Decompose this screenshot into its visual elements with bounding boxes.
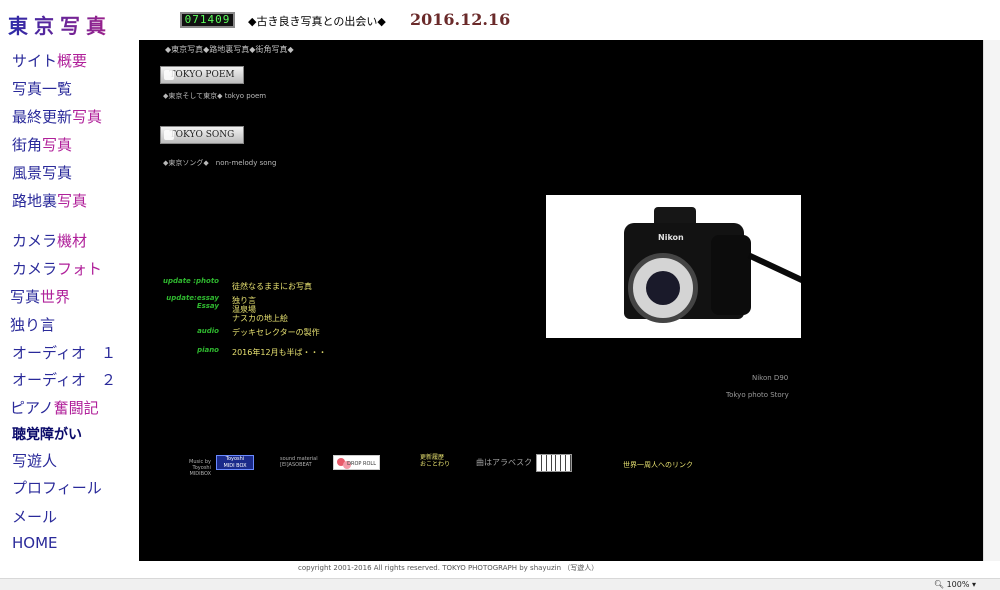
sound-material-credit[interactable]: sound material [EI]ASOBEAT	[280, 456, 318, 468]
nav-label: 街角	[12, 136, 43, 154]
nav-monologue[interactable]: 独り言	[10, 314, 55, 335]
nav-street-photo[interactable]: 街角写真	[12, 134, 72, 155]
nav-label: HOME	[12, 534, 58, 552]
nav-label: ピアノ	[10, 399, 54, 417]
button-shine-icon	[164, 130, 174, 140]
nav-label: カメラ	[12, 260, 58, 278]
nav-label-accent: 写真	[72, 108, 103, 126]
nav-latest-photo[interactable]: 最終更新写真	[12, 106, 102, 127]
nav-label: 風景写真	[12, 164, 73, 182]
zoom-control[interactable]: 🔍︎ 100% ▾	[934, 580, 976, 589]
nav-piano-diary[interactable]: ピアノ奮闘記	[10, 397, 99, 418]
nav-label: カメラ	[12, 232, 58, 250]
camera-strap	[747, 252, 801, 284]
nav-photo-list[interactable]: 写真一覧	[12, 78, 72, 99]
tokyo-song-subtitle[interactable]: ◆東京ソング◆ non-melody song	[163, 158, 276, 168]
tokyo-song-label: TOKYO SONG	[169, 130, 235, 140]
drop-roll-label: DROP ROLL	[347, 461, 376, 467]
tagline: ◆古き良き写真との出会い◆	[248, 15, 386, 28]
zoom-level: 100%	[946, 580, 970, 589]
update-date: 2016.12.16	[410, 10, 511, 29]
piano-key	[566, 455, 572, 471]
copyright: copyright 2001-2016 All rights reserved.…	[298, 564, 599, 572]
drop-roll-badge[interactable]: DROP ROLL	[333, 455, 380, 470]
nav-camera-photo[interactable]: カメラフォト	[12, 258, 102, 279]
nav-audio-2[interactable]: オーディオ ２	[12, 369, 116, 390]
nav-label: 独り言	[10, 316, 56, 334]
world-travel-link[interactable]: 世界一周人へのリンク	[623, 460, 693, 470]
camera-lens-glass	[646, 271, 680, 305]
tokyo-poem-subtitle[interactable]: ◆東京そして東京◆ tokyo poem	[163, 91, 266, 101]
tokyo-poem-label: TOKYO POEM	[169, 70, 235, 80]
zoom-icon: 🔍︎	[933, 580, 947, 589]
nav-label: 写遊人	[12, 452, 58, 470]
midi-credit: Music by Toyoshi MIDIBOX	[189, 459, 211, 477]
site-title[interactable]: 東京写真	[8, 10, 112, 39]
aria-text: 曲はアラベスク	[476, 458, 533, 467]
nav-label-accent: 世界	[40, 288, 71, 306]
nav-label: 聴覚障がい	[12, 427, 82, 443]
nav-label: 写真一覧	[12, 80, 73, 98]
nav-landscape-photo[interactable]: 風景写真	[12, 162, 72, 183]
midibox-badge[interactable]: Toyoshi MIDI BOX	[216, 455, 254, 470]
nav-mail[interactable]: メール	[12, 506, 57, 527]
update-audio-label: audio	[197, 327, 219, 335]
nav-home[interactable]: HOME	[12, 534, 58, 552]
nav-alley-photo[interactable]: 路地裏写真	[12, 190, 87, 211]
nav-photo-world[interactable]: 写真世界	[10, 286, 70, 307]
nav-label: メール	[12, 508, 58, 526]
update-audio-text[interactable]: デッキセレクターの製作	[232, 328, 320, 337]
nav-label-accent: 概要	[57, 52, 88, 70]
nav-label: オーディオ １	[12, 344, 116, 362]
camera-grip	[711, 235, 751, 315]
tokyo-poem-button[interactable]: TOKYO POEM	[160, 66, 244, 84]
update-essay-label: update:essay Essay	[166, 294, 219, 310]
main-content: ◆東京写真◆路地裏写真◆街角写真◆ TOKYO POEM ◆東京そして東京◆ t…	[139, 40, 983, 561]
update-photo-text[interactable]: 徒然なるままにお写真	[232, 282, 312, 291]
nav-label-accent: 写真	[57, 192, 88, 210]
visitor-counter: 071409	[180, 12, 235, 28]
nav-label: 路地裏	[12, 192, 58, 210]
update-photo-label: update :photo	[162, 277, 219, 285]
photo-caption: Nikon D90	[752, 374, 789, 382]
tokyo-song-button[interactable]: TOKYO SONG	[160, 126, 244, 144]
button-shine-icon	[164, 70, 174, 80]
camera-brand: Nikon	[658, 233, 684, 242]
nav-label: 写真	[10, 288, 41, 306]
breadcrumb[interactable]: ◆東京写真◆路地裏写真◆街角写真◆	[165, 44, 294, 55]
update-history-link[interactable]: 更新履歴 おことわり	[420, 454, 450, 468]
update-piano-text[interactable]: 2016年12月も半ば・・・	[232, 348, 327, 357]
browser-status-bar: 🔍︎ 100% ▾	[0, 578, 1000, 590]
page: 東京写真 071409 ◆古き良き写真との出会い◆ 2016.12.16 サイト…	[0, 0, 1000, 590]
nav-label-accent: 写真	[42, 136, 73, 154]
piano-icon[interactable]	[536, 454, 572, 472]
chevron-down-icon: ▾	[969, 580, 976, 589]
nav-camera-gear[interactable]: カメラ機材	[12, 230, 87, 251]
update-essay-text[interactable]: 独り言 温泉場 ナスカの地上絵	[232, 296, 288, 323]
nav-label: サイト	[12, 52, 58, 70]
nav-label: 最終更新	[12, 108, 73, 126]
camera-photo[interactable]: Nikon	[546, 195, 801, 338]
nav-profile[interactable]: プロフィール	[12, 477, 102, 498]
nav-label-accent: 機材	[57, 232, 88, 250]
nav-label-accent: フォト	[57, 260, 103, 278]
nav-label: オーディオ ２	[12, 371, 116, 389]
update-piano-label: piano	[197, 346, 219, 354]
photo-story-link[interactable]: Tokyo photo Story	[726, 391, 789, 399]
right-margin	[983, 40, 1000, 561]
nav-audio-1[interactable]: オーディオ １	[12, 342, 116, 363]
nav-label: プロフィール	[12, 479, 102, 497]
nav-hearing[interactable]: 聴覚障がい	[12, 424, 82, 444]
nav-site-overview[interactable]: サイト概要	[12, 50, 87, 71]
nav-label-accent: 奮闘記	[53, 399, 99, 417]
nav-shayuzin[interactable]: 写遊人	[12, 450, 57, 471]
